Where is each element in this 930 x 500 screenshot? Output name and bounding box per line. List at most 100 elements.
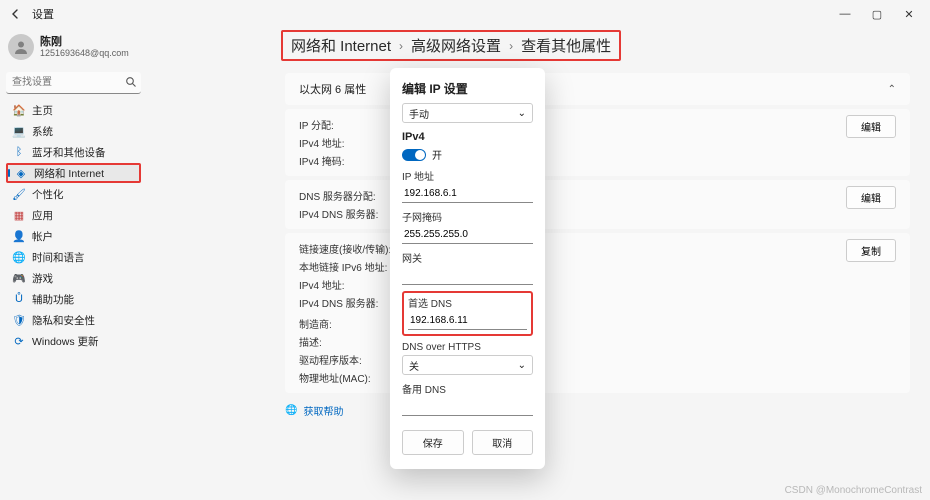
property-label: IPv4 DNS 服务器: [299,295,391,310]
nav-icon: 🛡 [12,313,26,327]
nav-label: 网络和 Internet [34,166,104,181]
property-label: 物理地址(MAC): [299,370,391,385]
watermark: CSDN @MonochromeContrast [785,485,922,496]
nav-icon: 👤 [12,229,26,243]
nav-icon: ᛒ [12,145,26,159]
nav-label: Windows 更新 [32,334,99,349]
nav-label: 个性化 [32,187,64,202]
adapter-expander[interactable]: 以太网 6 属性 ⌃ [285,73,910,105]
sidebar-item[interactable]: ▦ 应用 [6,205,141,225]
edit-button[interactable]: 编辑 [846,115,896,138]
nav-icon: 🏠 [12,103,26,117]
chevron-right-icon: › [399,39,403,53]
ip-settings-dialog: 编辑 IP 设置 手动 ⌄ IPv4 开 IP 地址 子网掩码 网关 首选 DN… [390,68,545,469]
minimize-button[interactable]: — [830,3,860,25]
nav-label: 主页 [32,103,53,118]
dns-https-label: DNS over HTTPS [402,342,533,353]
ip-mode-select[interactable]: 手动 ⌄ [402,103,533,123]
avatar [8,34,34,60]
adapter-title: 以太网 6 属性 [299,81,366,97]
property-card: 链接速度(接收/传输): 本地链接 IPv6 地址: IPv4 地址: IPv4 DN… [285,233,910,393]
nav-label: 应用 [32,208,53,223]
copy-button[interactable]: 复制 [846,239,896,262]
nav-icon: 🖌 [12,187,26,201]
nav-label: 时间和语言 [32,250,85,265]
property-label: 描述: [299,334,391,349]
sidebar-item[interactable]: ⟳ Windows 更新 [6,331,141,351]
sidebar: 陈刚 1251693648@qq.com 🏠 主页 💻系统ᛒ蓝牙和其他设备 ◈ 网络和 … [0,28,145,500]
breadcrumb-item[interactable]: 网络和 Internet [291,35,391,56]
property-card: DNS 服务器分配: IPv4 DNS 服务器: 编辑 [285,180,910,229]
chevron-up-icon: ⌃ [888,84,896,95]
sidebar-item[interactable]: 💻系统 [6,121,141,141]
user-name: 陈刚 [40,36,129,49]
subnet-input[interactable] [402,226,533,244]
property-label: IPv4 地址: [299,277,391,292]
nav-label: 隐私和安全性 [32,313,95,328]
chevron-right-icon: › [509,39,513,53]
sidebar-item[interactable]: 🎮 游戏 [6,268,141,288]
window-title: 设置 [32,6,54,22]
search-icon [125,76,137,91]
user-block[interactable]: 陈刚 1251693648@qq.com [6,32,141,68]
property-label: DNS 服务器分配: [299,188,378,203]
subnet-label: 子网掩码 [402,209,533,224]
sidebar-item[interactable]: Ů 辅助功能 [6,289,141,309]
dns-https-select[interactable]: 关 ⌄ [402,355,533,375]
search-box[interactable] [6,72,141,94]
preferred-dns-input[interactable] [408,312,527,330]
edit-button[interactable]: 编辑 [846,186,896,209]
property-label: 本地链接 IPv6 地址: [299,259,391,274]
property-label: 链接速度(接收/传输): [299,241,391,256]
nav-label: 帐户 [32,229,53,244]
back-button[interactable] [6,4,26,24]
alt-dns-input[interactable] [402,398,533,416]
preferred-dns-label: 首选 DNS [408,295,527,310]
save-button[interactable]: 保存 [402,430,464,455]
cancel-button[interactable]: 取消 [472,430,534,455]
gateway-input[interactable] [402,267,533,285]
gateway-label: 网关 [402,250,533,265]
nav-label: 辅助功能 [32,292,74,307]
nav-icon: 🎮 [12,271,26,285]
breadcrumb: 网络和 Internet › 高级网络设置 › 查看其他属性 [283,32,619,59]
chevron-down-icon: ⌄ [518,360,526,371]
sidebar-item[interactable]: ᛒ蓝牙和其他设备 [6,142,141,162]
sidebar-item[interactable]: ◈ 网络和 Internet [6,163,141,183]
search-input[interactable] [6,72,141,94]
nav-icon: Ů [12,292,26,306]
help-link[interactable]: 获取帮助 [303,403,343,418]
sidebar-item[interactable]: 🏠 主页 [6,100,141,120]
property-card: IP 分配:IPv4 地址:IPv4 掩码:编辑 [285,109,910,176]
nav-icon: 💻 [12,124,26,138]
ip-address-label: IP 地址 [402,168,533,183]
ip-mode-value: 手动 [409,106,429,121]
nav-icon: ◈ [14,166,28,180]
nav-icon: 🌐 [12,250,26,264]
close-button[interactable]: ✕ [894,3,924,25]
property-label: IPv4 地址: [299,135,345,150]
maximize-button[interactable]: ▢ [862,3,892,25]
property-label: IPv4 掩码: [299,153,345,168]
dns-https-value: 关 [409,358,419,373]
dialog-title: 编辑 IP 设置 [402,80,533,97]
alt-dns-label: 备用 DNS [402,381,533,396]
breadcrumb-item[interactable]: 高级网络设置 [411,35,501,56]
nav-icon: ⟳ [12,334,26,348]
ipv4-toggle[interactable] [402,149,426,161]
ip-address-input[interactable] [402,185,533,203]
sidebar-item[interactable]: 🖌 个性化 [6,184,141,204]
ipv4-heading: IPv4 [402,131,425,143]
user-email: 1251693648@qq.com [40,48,129,58]
sidebar-item[interactable]: 🌐 时间和语言 [6,247,141,267]
chevron-down-icon: ⌄ [518,108,526,119]
get-help[interactable]: 🌐 获取帮助 [285,403,910,418]
property-label: IPv4 DNS 服务器: [299,206,378,221]
breadcrumb-item: 查看其他属性 [521,35,611,56]
ipv4-toggle-label: 开 [432,147,442,162]
nav-label: 游戏 [32,271,53,286]
sidebar-item[interactable]: 👤 帐户 [6,226,141,246]
sidebar-item[interactable]: 🛡 隐私和安全性 [6,310,141,330]
help-icon: 🌐 [285,405,297,416]
nav-icon: ▦ [12,208,26,222]
